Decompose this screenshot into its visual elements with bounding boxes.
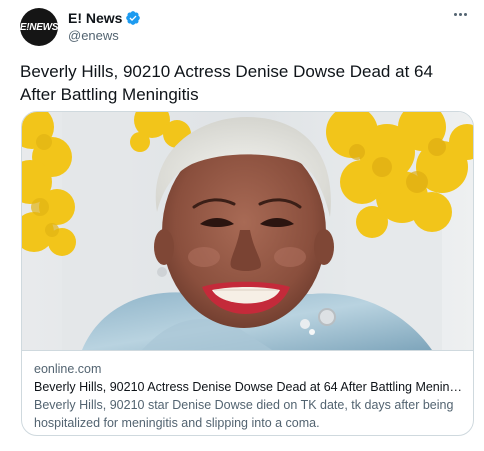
card-title: Beverly Hills, 90210 Actress Denise Dows… (34, 380, 462, 394)
verified-badge-icon (125, 10, 141, 26)
card-image[interactable] (22, 112, 473, 350)
card-description: Beverly Hills, 90210 star Denise Dowse d… (34, 398, 454, 430)
avatar[interactable]: E!NEWS (20, 8, 58, 46)
tweet-text: Beverly Hills, 90210 Actress Denise Dows… (20, 62, 433, 104)
tweet[interactable]: E!NEWS E! News @enews Beverly Hills, 902… (0, 0, 484, 451)
display-name[interactable]: E! News (68, 10, 122, 26)
handle[interactable]: @enews (68, 28, 119, 43)
card-domain: eonline.com (34, 362, 102, 376)
more-options-icon[interactable] (450, 4, 470, 24)
link-card[interactable]: eonline.com Beverly Hills, 90210 Actress… (21, 111, 474, 436)
e-news-logo-icon: E!NEWS (19, 21, 59, 33)
card-meta[interactable]: eonline.com Beverly Hills, 90210 Actress… (22, 350, 473, 435)
author-name-row[interactable]: E! News (68, 10, 141, 26)
